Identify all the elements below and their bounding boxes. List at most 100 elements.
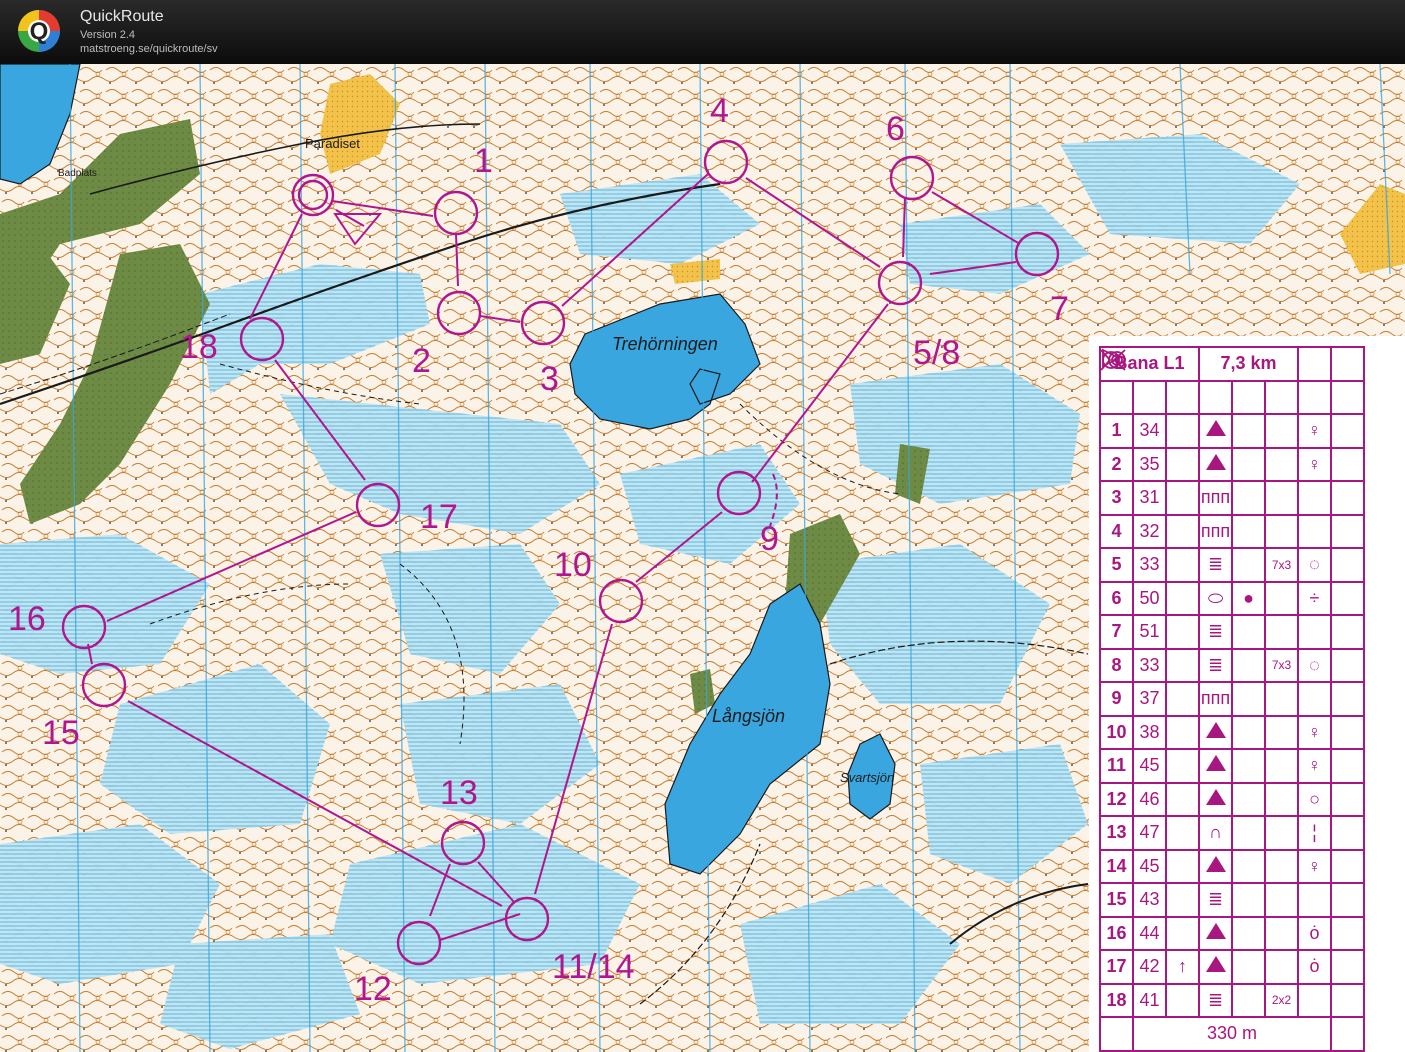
detail-symbol [1231,882,1266,918]
feature-symbol: ᴨᴨᴨ [1198,513,1233,549]
description-row: 10 38 ♀ [1099,714,1365,750]
control-number: 4 [1099,513,1134,549]
location-symbol [1297,614,1332,650]
control-code: 33 [1132,647,1167,683]
direction-symbol [1165,580,1200,616]
extra [1330,915,1365,951]
detail-symbol [1231,714,1266,750]
direction-symbol [1165,480,1200,516]
location-symbol [1297,480,1332,516]
feature-symbol [1198,781,1233,817]
direction-symbol [1165,681,1200,717]
control-code: 46 [1132,781,1167,817]
control-code: 41 [1132,982,1167,1018]
location-symbol: ♀ [1297,446,1332,482]
control-label-1: 1 [474,142,493,180]
control-description-sheet: Bana L1 7,3 km 1 34 ♀ 2 35 ♀ 3 31 ᴨᴨᴨ 4 32 ᴨᴨᴨ 5 33 ≣ 7… [1089,336,1405,1052]
feature-symbol: ᴨᴨᴨ [1198,681,1233,717]
control-code: 33 [1132,547,1167,583]
description-row: 2 35 ♀ [1099,446,1365,482]
dimension [1264,614,1299,650]
control-label-10: 10 [554,546,592,584]
extra [1330,848,1365,884]
description-row: 8 33 ≣ 7x3 ◌ [1099,647,1365,683]
control-code: 42 [1132,949,1167,985]
app-title: QuickRoute [80,8,164,25]
finish-distance: 330 m [1132,1016,1332,1052]
extra [1330,815,1365,851]
feature-symbol [1198,915,1233,951]
place-name-trehorningen: Trehörningen [612,334,718,354]
direction-symbol [1165,513,1200,549]
description-row: 4 32 ᴨᴨᴨ [1099,513,1365,549]
control-number: 3 [1099,480,1134,516]
detail-symbol [1231,480,1266,516]
control-number: 1 [1099,413,1134,449]
title-bar: Q QuickRoute Version 2.4 matstroeng.se/q… [0,0,1405,64]
description-row: 16 44 ȯ [1099,915,1365,951]
control-label-3: 3 [540,360,559,398]
place-name-langsjon: Långsjön [712,706,786,726]
detail-symbol [1231,982,1266,1018]
control-code: 51 [1132,614,1167,650]
control-number: 16 [1099,915,1134,951]
place-name-paradiset: Paradiset [305,136,360,151]
dimension [1264,748,1299,784]
feature-symbol: ⬭ [1198,580,1233,616]
control-label-5-8: 5/8 [913,334,961,372]
location-symbol: ȯ [1297,949,1332,985]
direction-symbol [1165,714,1200,750]
location-symbol: ♀ [1297,413,1332,449]
feature-symbol [1198,714,1233,750]
location-symbol: ♀ [1297,848,1332,884]
dimension: 7x3 [1264,547,1299,583]
detail-symbol [1231,748,1266,784]
app-url[interactable]: matstroeng.se/quickroute/sv [80,43,218,55]
extra [1330,982,1365,1018]
orienteering-map[interactable]: Paradiset Badplats Trehörningen Långsjön… [0,64,1405,1052]
feature-symbol: ≣ [1198,647,1233,683]
extra [1330,714,1365,750]
control-code: 47 [1132,815,1167,851]
location-symbol: ◌ [1297,547,1332,583]
feature-symbol [1198,446,1233,482]
description-row: 12 46 ○ [1099,781,1365,817]
extra [1330,882,1365,918]
direction-symbol [1165,982,1200,1018]
location-symbol: ♀ [1297,748,1332,784]
control-code: 31 [1132,480,1167,516]
control-label-7: 7 [1050,290,1069,328]
description-row: 13 47 ∩ ¦ [1099,815,1365,851]
control-number: 2 [1099,446,1134,482]
feature-symbol [1198,748,1233,784]
control-code: 32 [1132,513,1167,549]
dimension [1264,815,1299,851]
dimension [1264,714,1299,750]
feature-symbol: ≣ [1198,982,1233,1018]
direction-symbol [1165,547,1200,583]
control-code: 35 [1132,446,1167,482]
dimension [1264,480,1299,516]
app-version: Version 2.4 [80,29,136,41]
dimension [1264,949,1299,985]
knoll-triangle-icon [1205,755,1226,772]
place-name-svartsjon: Svartsjön [840,770,895,785]
knoll-triangle-icon [1205,788,1226,805]
control-code: 37 [1132,681,1167,717]
extra [1330,480,1365,516]
start-triangle-icon [1099,348,1134,415]
knoll-triangle-icon [1205,453,1226,470]
direction-symbol [1165,413,1200,449]
control-number: 7 [1099,614,1134,650]
feature-symbol [1198,413,1233,449]
extra [1330,580,1365,616]
extra [1330,681,1365,717]
direction-symbol [1165,446,1200,482]
control-number: 6 [1099,580,1134,616]
control-label-4: 4 [710,92,729,130]
control-label-2: 2 [412,342,431,380]
dimension [1264,915,1299,951]
location-symbol: ♀ [1297,714,1332,750]
knoll-triangle-icon [1205,721,1226,738]
control-code: 45 [1132,848,1167,884]
